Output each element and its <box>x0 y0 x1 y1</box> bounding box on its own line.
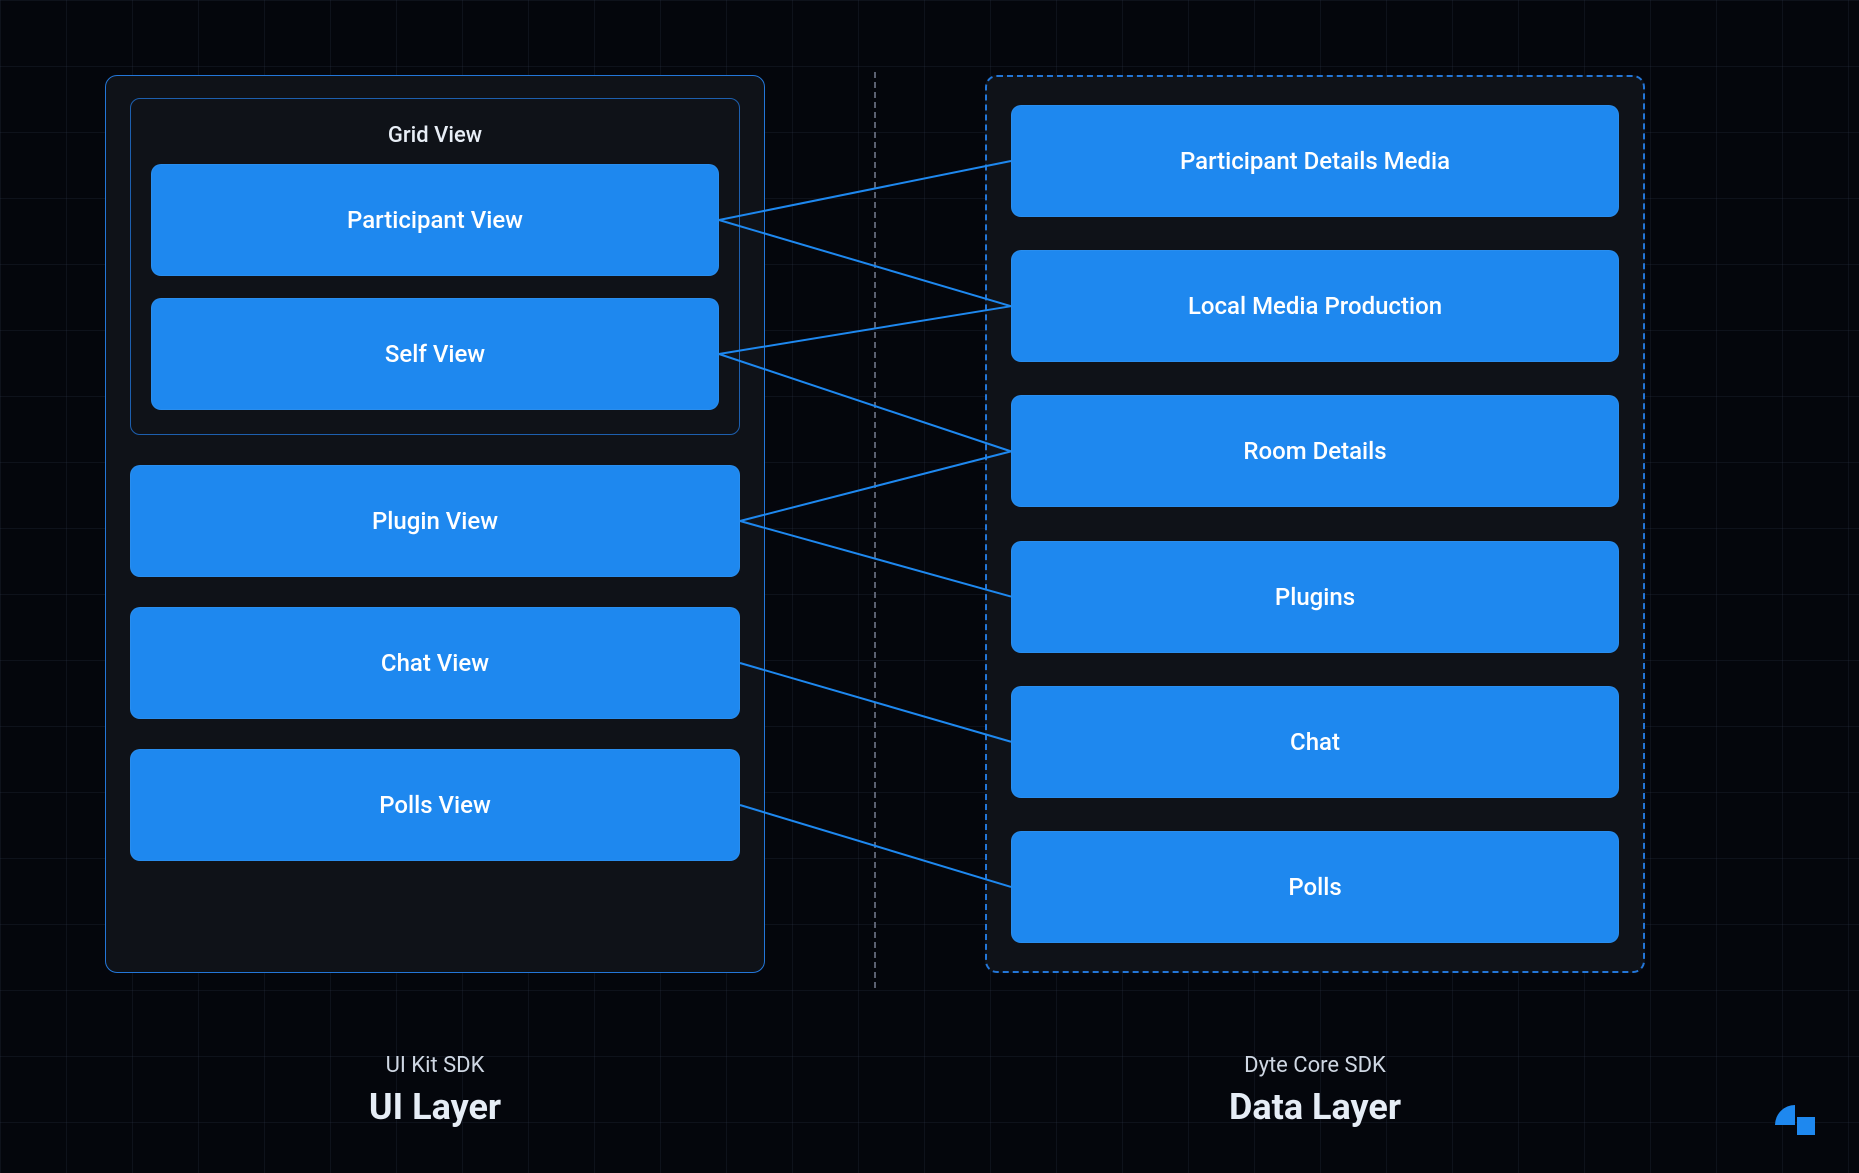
tile-plugin-view: Plugin View <box>130 465 740 577</box>
data-layer-subtitle: Dyte Core SDK <box>985 1053 1645 1078</box>
tile-label: Participant Details Media <box>1180 147 1450 175</box>
ui-layer-subtitle: UI Kit SDK <box>105 1053 765 1078</box>
ui-layer-panel: Grid View Participant View Self View Plu… <box>105 75 765 973</box>
center-divider <box>874 72 876 988</box>
tile-participant-details-media: Participant Details Media <box>1011 105 1619 217</box>
right-stack: Participant Details Media Local Media Pr… <box>1011 105 1619 943</box>
tile-participant-view: Participant View <box>151 164 719 276</box>
brand-logo-icon <box>1767 1081 1823 1137</box>
left-lower-group: Plugin View Chat View Polls View <box>130 465 740 861</box>
ui-layer-footer: UI Kit SDK UI Layer <box>105 1053 765 1128</box>
tile-chat-view: Chat View <box>130 607 740 719</box>
tile-label: Plugin View <box>372 507 498 535</box>
tile-plugins: Plugins <box>1011 541 1619 653</box>
data-layer-title: Data Layer <box>985 1086 1645 1128</box>
tile-polls: Polls <box>1011 831 1619 943</box>
grid-view-group: Grid View Participant View Self View <box>130 98 740 435</box>
tile-chat: Chat <box>1011 686 1619 798</box>
tile-label: Polls <box>1288 873 1341 901</box>
tile-local-media-production: Local Media Production <box>1011 250 1619 362</box>
ui-layer-title: UI Layer <box>105 1086 765 1128</box>
tile-label: Plugins <box>1275 583 1355 611</box>
grid-view-title: Grid View <box>388 123 482 148</box>
tile-room-details: Room Details <box>1011 395 1619 507</box>
tile-polls-view: Polls View <box>130 749 740 861</box>
tile-label: Chat <box>1290 728 1340 756</box>
tile-label: Participant View <box>347 206 523 234</box>
tile-label: Local Media Production <box>1188 292 1442 320</box>
tile-label: Room Details <box>1243 437 1386 465</box>
data-layer-footer: Dyte Core SDK Data Layer <box>985 1053 1645 1128</box>
diagram-stage: Grid View Participant View Self View Plu… <box>0 0 1859 1173</box>
tile-label: Polls View <box>379 791 491 819</box>
tile-label: Self View <box>385 340 485 368</box>
data-layer-panel: Participant Details Media Local Media Pr… <box>985 75 1645 973</box>
tile-self-view: Self View <box>151 298 719 410</box>
tile-label: Chat View <box>381 649 489 677</box>
